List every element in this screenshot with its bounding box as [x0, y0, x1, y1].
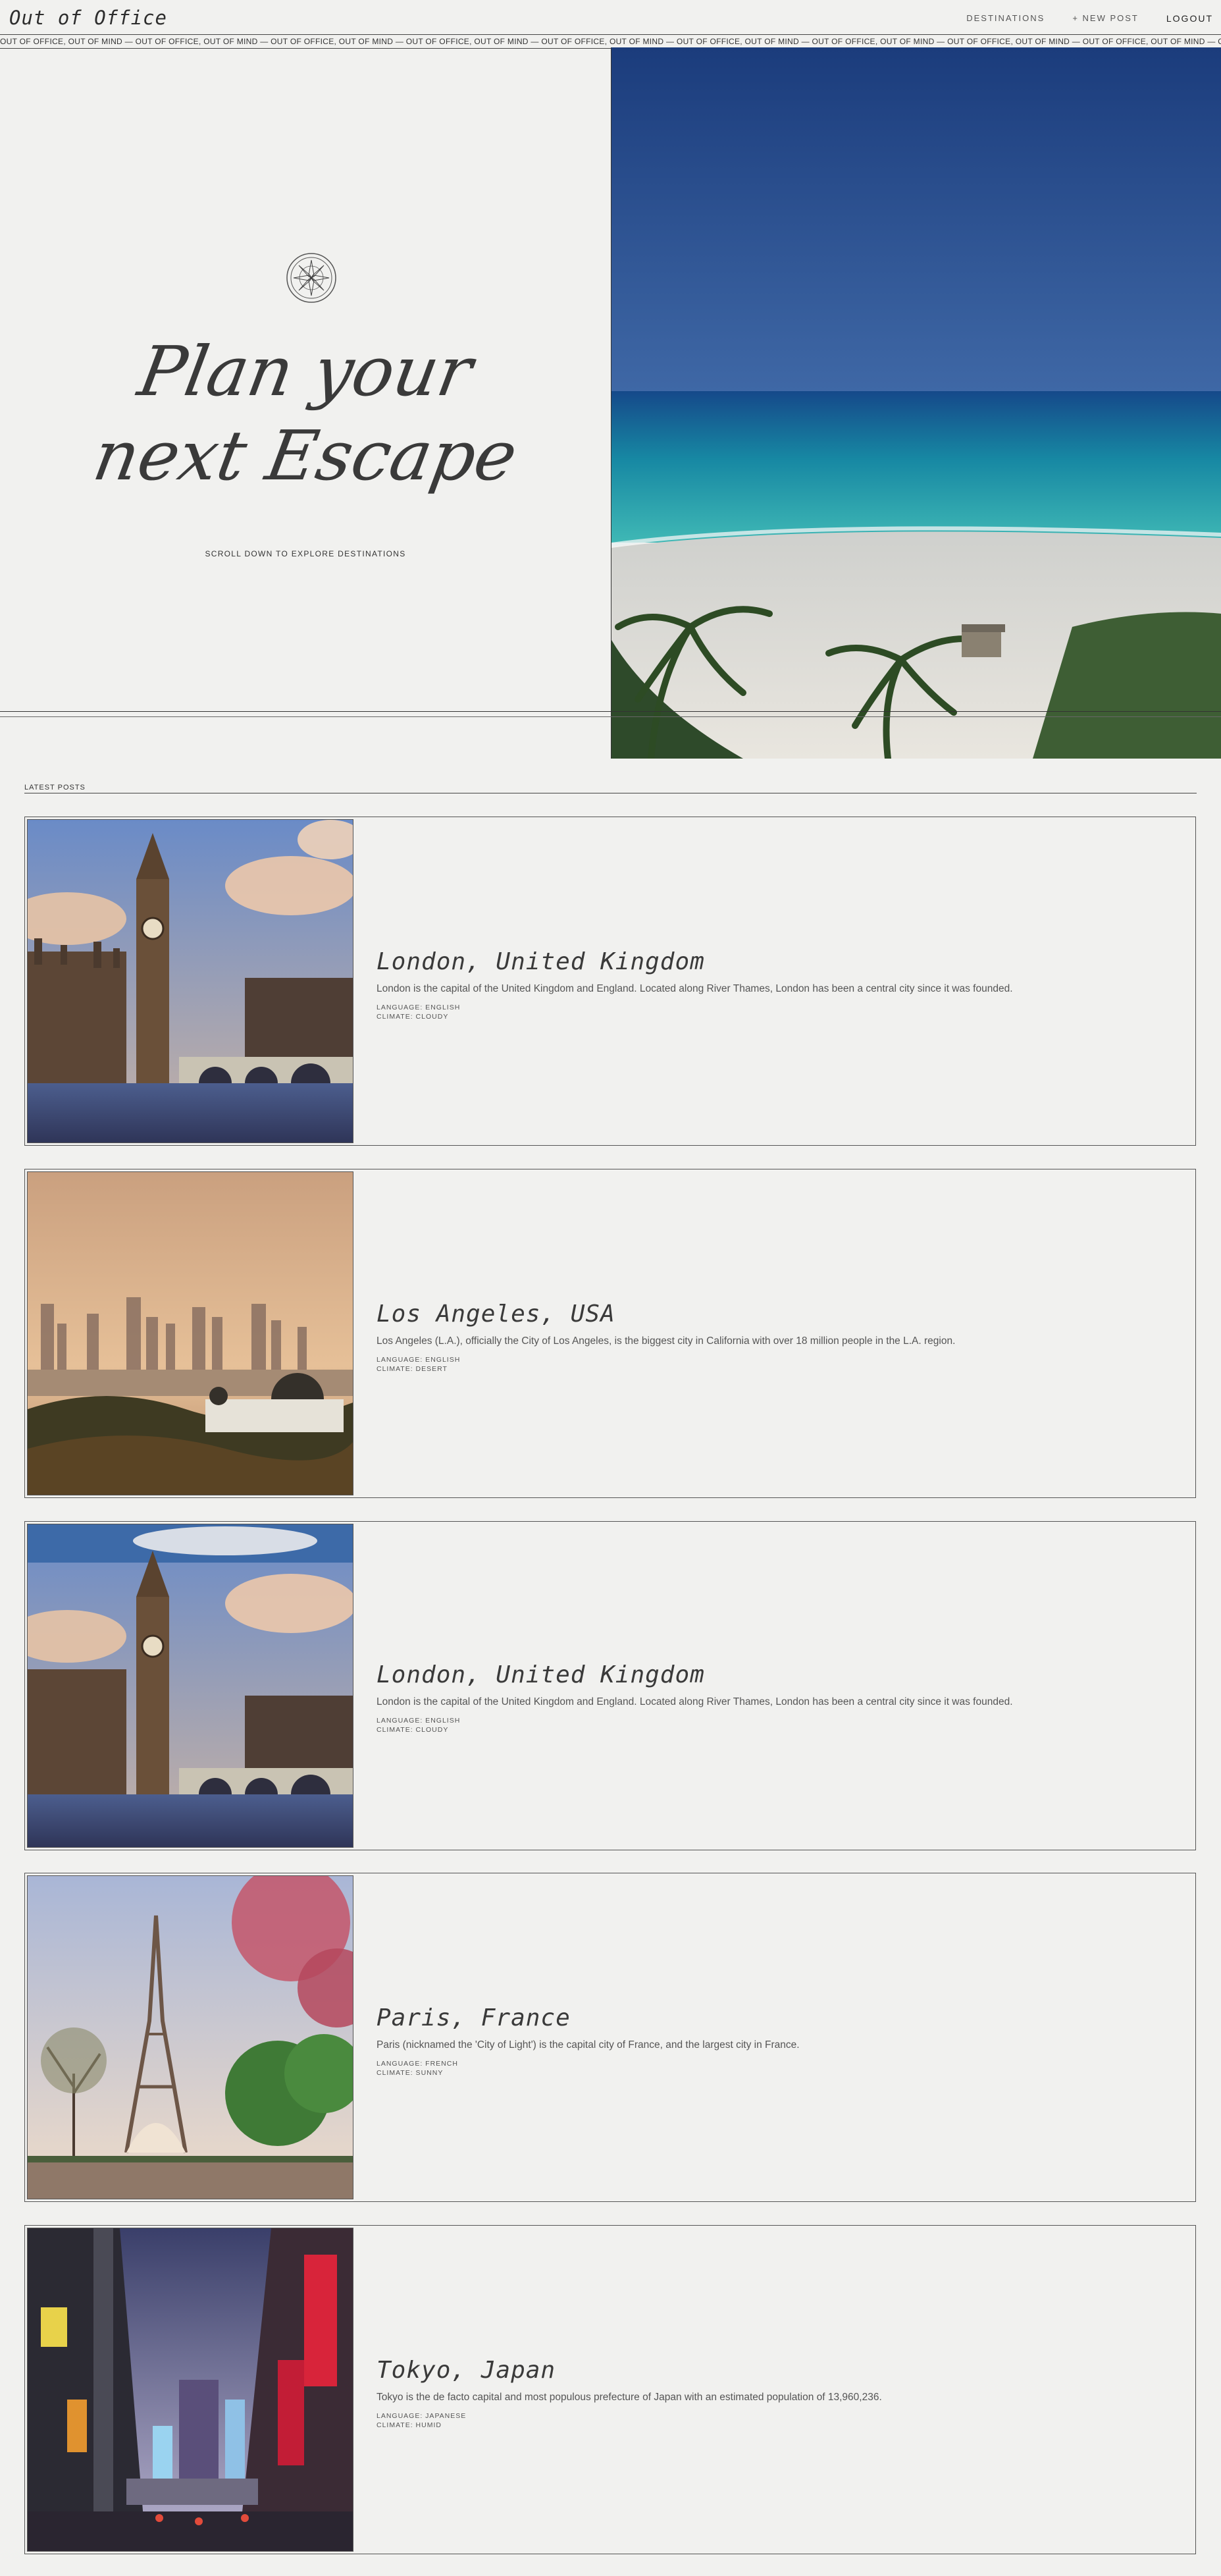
post-description: Los Angeles (L.A.), officially the City …	[377, 1335, 956, 1347]
post-climate: CLIMATE: SUNNY	[377, 2069, 444, 2077]
latest-posts-label: LATEST POSTS	[24, 784, 86, 792]
los-angeles-skyline-photo-icon	[28, 1172, 353, 1495]
post-body: London, United Kingdom London is the cap…	[377, 817, 1182, 1145]
hero-divider	[0, 711, 1221, 712]
main-nav: DESTINATIONS + NEW POST LOGOUT	[966, 13, 1213, 24]
post-card-london-2[interactable]: London, United Kingdom London is the cap…	[24, 1521, 1196, 1850]
post-body: Los Angeles, USA Los Angeles (L.A.), off…	[377, 1169, 1182, 1497]
post-climate: CLIMATE: CLOUDY	[377, 1726, 449, 1734]
big-ben-photo-icon	[28, 1524, 353, 1847]
nav-destinations[interactable]: DESTINATIONS	[966, 13, 1045, 24]
hero-text-panel: Plan your next Escape SCROLL DOWN TO EXP…	[0, 47, 611, 759]
hero-divider-secondary	[0, 716, 1221, 717]
tokyo-street-photo-icon	[28, 2228, 353, 2551]
post-image[interactable]	[27, 1524, 353, 1848]
scroll-hint: SCROLL DOWN TO EXPLORE DESTINATIONS	[205, 549, 406, 558]
compass-icon	[286, 253, 336, 303]
post-description: London is the capital of the United King…	[377, 983, 1013, 994]
nav-logout[interactable]: LOGOUT	[1166, 13, 1213, 24]
hero-title-line2: next Escape	[88, 416, 523, 496]
post-card-london[interactable]: London, United Kingdom London is the cap…	[24, 817, 1196, 1146]
post-language: LANGUAGE: JAPANESE	[377, 2412, 467, 2420]
marquee-ticker: OUT OF OFFICE, OUT OF MIND — OUT OF OFFI…	[0, 34, 1221, 49]
post-language: LANGUAGE: ENGLISH	[377, 1004, 461, 1011]
post-card-tokyo[interactable]: Tokyo, Japan Tokyo is the de facto capit…	[24, 2225, 1196, 2554]
post-title[interactable]: London, United Kingdom	[377, 1661, 705, 1688]
site-header: Out of Office DESTINATIONS + NEW POST LO…	[0, 0, 1221, 37]
post-body: London, United Kingdom London is the cap…	[377, 1522, 1182, 1850]
beach-photo-icon	[611, 47, 1221, 759]
post-card-paris[interactable]: Paris, France Paris (nicknamed the 'City…	[24, 1873, 1196, 2202]
hero-title-line1: Plan your	[132, 331, 479, 412]
post-description: London is the capital of the United King…	[377, 1696, 1013, 1707]
post-title[interactable]: Los Angeles, USA	[377, 1301, 615, 1328]
post-climate: CLIMATE: DESERT	[377, 1365, 448, 1373]
post-image[interactable]	[27, 1171, 353, 1495]
big-ben-photo-icon	[28, 820, 353, 1142]
post-title[interactable]: Paris, France	[377, 2004, 571, 2031]
post-title[interactable]: London, United Kingdom	[377, 948, 705, 975]
post-title[interactable]: Tokyo, Japan	[377, 2357, 556, 2384]
post-language: LANGUAGE: ENGLISH	[377, 1717, 461, 1725]
post-image[interactable]	[27, 2228, 353, 2552]
post-climate: CLIMATE: HUMID	[377, 2421, 442, 2429]
post-card-los-angeles[interactable]: Los Angeles, USA Los Angeles (L.A.), off…	[24, 1169, 1196, 1498]
post-description: Tokyo is the de facto capital and most p…	[377, 2392, 882, 2403]
eiffel-tower-photo-icon	[28, 1876, 353, 2199]
nav-new-post[interactable]: + NEW POST	[1072, 13, 1139, 24]
post-image[interactable]	[27, 1875, 353, 2199]
post-description: Paris (nicknamed the 'City of Light') is…	[377, 2039, 800, 2051]
post-climate: CLIMATE: CLOUDY	[377, 1013, 449, 1021]
hero-beach-image	[611, 47, 1221, 759]
post-language: LANGUAGE: ENGLISH	[377, 1356, 461, 1364]
post-body: Tokyo, Japan Tokyo is the de facto capit…	[377, 2226, 1182, 2554]
post-language: LANGUAGE: FRENCH	[377, 2060, 458, 2068]
hero-section: Plan your next Escape SCROLL DOWN TO EXP…	[0, 47, 1221, 759]
post-body: Paris, France Paris (nicknamed the 'City…	[377, 1873, 1182, 2201]
post-image[interactable]	[27, 819, 353, 1143]
site-brand[interactable]: Out of Office	[9, 7, 167, 29]
